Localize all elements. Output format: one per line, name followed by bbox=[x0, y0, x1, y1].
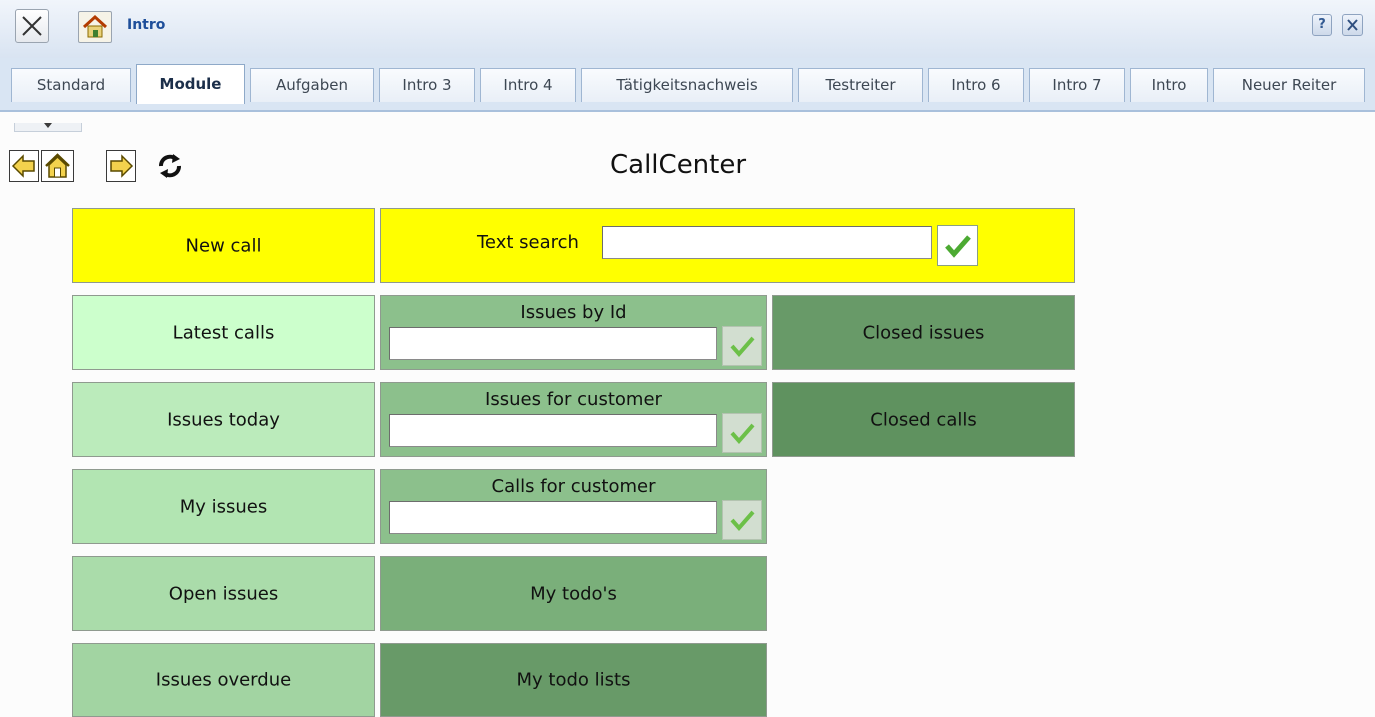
tab-neuer-reiter[interactable]: Neuer Reiter bbox=[1213, 68, 1365, 102]
tile-label: New call bbox=[185, 235, 262, 256]
issues-by-id-input[interactable] bbox=[389, 327, 717, 360]
tile-label: Issues overdue bbox=[155, 669, 292, 691]
calls-for-customer-input[interactable] bbox=[389, 501, 717, 534]
tile-label: Open issues bbox=[168, 583, 279, 604]
checkmark-icon[interactable] bbox=[722, 326, 762, 366]
issues-for-customer-input[interactable] bbox=[389, 414, 717, 447]
tile-label: Latest calls bbox=[172, 322, 275, 343]
calls-for-customer-tile: Calls for customer bbox=[380, 469, 767, 544]
text-search-input[interactable] bbox=[602, 226, 932, 259]
tab-taetigkeitsnachweis[interactable]: Tätigkeitsnachweis bbox=[581, 68, 793, 102]
checkmark-icon[interactable] bbox=[937, 225, 978, 266]
issues-by-id-tile: Issues by Id bbox=[380, 295, 767, 370]
tab-standard[interactable]: Standard bbox=[11, 68, 131, 102]
caret-down-icon[interactable] bbox=[14, 123, 82, 132]
window-titlebar: Intro ? bbox=[0, 0, 1375, 59]
text-search-tile: Text search bbox=[380, 208, 1075, 283]
tab-module[interactable]: Module bbox=[136, 64, 245, 104]
checkmark-icon[interactable] bbox=[722, 500, 762, 540]
tab-intro-7[interactable]: Intro 7 bbox=[1029, 68, 1125, 102]
tab-intro-4[interactable]: Intro 4 bbox=[480, 68, 576, 102]
tile-label: My todo lists bbox=[516, 669, 631, 691]
app-title: Intro bbox=[127, 17, 166, 33]
closed-issues-tile[interactable]: Closed issues bbox=[772, 295, 1075, 370]
tile-label: Closed calls bbox=[870, 409, 977, 430]
text-search-label: Text search bbox=[477, 232, 579, 253]
close-x-icon[interactable] bbox=[15, 9, 49, 43]
issues-for-customer-tile: Issues for customer bbox=[380, 382, 767, 457]
open-issues-tile[interactable]: Open issues bbox=[72, 556, 375, 631]
issues-by-id-label: Issues by Id bbox=[520, 302, 627, 323]
issues-overdue-tile[interactable]: Issues overdue bbox=[72, 643, 375, 717]
tile-label: My todo's bbox=[530, 583, 617, 604]
arrow-right-icon[interactable] bbox=[106, 150, 136, 182]
latest-calls-tile[interactable]: Latest calls bbox=[72, 295, 375, 370]
my-todo-lists-tile[interactable]: My todo lists bbox=[380, 643, 767, 717]
tab-bar: Standard Module Aufgaben Intro 3 Intro 4… bbox=[0, 58, 1375, 112]
my-todos-tile[interactable]: My todo's bbox=[380, 556, 767, 631]
tile-label: My issues bbox=[179, 496, 268, 517]
closed-calls-tile[interactable]: Closed calls bbox=[772, 382, 1075, 457]
arrow-left-icon[interactable] bbox=[9, 150, 39, 182]
tile-label: Closed issues bbox=[862, 322, 985, 343]
home-icon[interactable] bbox=[78, 11, 112, 43]
home-icon[interactable] bbox=[41, 150, 74, 182]
my-issues-tile[interactable]: My issues bbox=[72, 469, 375, 544]
new-call-tile[interactable]: New call bbox=[72, 208, 375, 283]
checkmark-icon[interactable] bbox=[722, 413, 762, 453]
tile-label: Issues today bbox=[167, 409, 280, 430]
tab-aufgaben[interactable]: Aufgaben bbox=[250, 68, 374, 102]
help-icon[interactable]: ? bbox=[1312, 14, 1332, 36]
page-title: CallCenter bbox=[610, 150, 747, 180]
tab-intro-3[interactable]: Intro 3 bbox=[379, 68, 475, 102]
issues-today-tile[interactable]: Issues today bbox=[72, 382, 375, 457]
close-icon[interactable] bbox=[1342, 14, 1363, 36]
calls-for-customer-label: Calls for customer bbox=[491, 476, 656, 497]
issues-for-customer-label: Issues for customer bbox=[485, 389, 662, 410]
tab-intro[interactable]: Intro bbox=[1130, 68, 1208, 102]
tab-intro-6[interactable]: Intro 6 bbox=[928, 68, 1024, 102]
refresh-icon[interactable] bbox=[151, 150, 189, 182]
tab-testreiter[interactable]: Testreiter bbox=[798, 68, 923, 102]
